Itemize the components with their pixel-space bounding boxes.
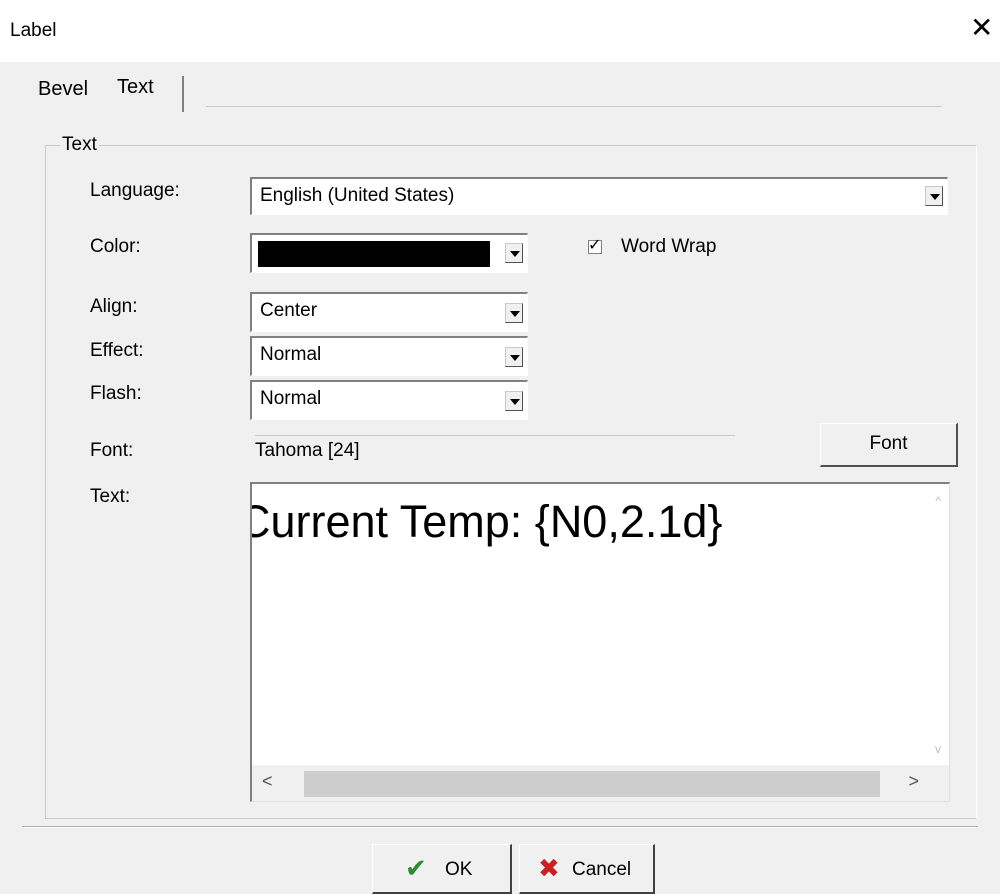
chevron-down-icon[interactable] — [505, 391, 523, 411]
effect-value: Normal — [260, 344, 322, 365]
font-label: Font: — [90, 440, 134, 461]
scroll-down-icon[interactable]: v — [935, 742, 941, 756]
footer-divider-highlight — [22, 827, 978, 828]
cancel-label: Cancel — [572, 859, 632, 880]
effect-dropdown[interactable]: Normal — [250, 336, 528, 376]
cancel-button[interactable]: ✖ Cancel — [519, 844, 655, 894]
close-icon[interactable]: ✕ — [970, 14, 993, 42]
ok-button[interactable]: ✔ OK — [372, 844, 512, 894]
scroll-up-icon[interactable]: ^ — [935, 494, 941, 508]
color-swatch — [258, 241, 490, 267]
horizontal-scrollbar[interactable]: < > — [252, 765, 949, 801]
dialog-title: Label — [10, 20, 57, 41]
tab-separator — [182, 76, 184, 112]
chevron-down-icon[interactable] — [505, 347, 523, 367]
flash-label: Flash: — [90, 383, 142, 404]
align-value: Center — [260, 300, 318, 321]
effect-label: Effect: — [90, 340, 144, 361]
scroll-left-icon[interactable]: < — [262, 771, 273, 792]
tab-bevel[interactable]: Bevel — [38, 78, 88, 101]
align-label: Align: — [90, 296, 138, 317]
scrollbar-corner — [929, 765, 949, 801]
x-icon: ✖ — [538, 853, 560, 883]
checkmark-icon: ✓ — [588, 237, 602, 254]
title-bar[interactable]: Label ✕ — [0, 0, 1000, 62]
color-label: Color: — [90, 236, 141, 257]
chevron-down-icon[interactable] — [505, 243, 523, 263]
tab-strip-line — [206, 106, 942, 107]
font-button[interactable]: Font — [820, 423, 958, 467]
label-dialog: Label ✕ Bevel Text Text Language: Englis… — [0, 0, 1000, 894]
text-content[interactable]: Current Temp: {N0,2.1d} — [252, 496, 722, 548]
font-value-border — [255, 435, 735, 436]
language-dropdown[interactable]: English (United States) — [250, 177, 948, 215]
text-label: Text: — [90, 486, 131, 507]
flash-dropdown[interactable]: Normal — [250, 380, 528, 420]
text-editor[interactable]: Current Temp: {N0,2.1d} ^ v < > — [250, 482, 950, 802]
tab-text[interactable]: Text — [117, 76, 154, 99]
word-wrap-label[interactable]: Word Wrap — [621, 236, 716, 258]
language-label: Language: — [90, 180, 180, 201]
font-value: Tahoma [24] — [255, 440, 360, 461]
ok-label: OK — [445, 859, 473, 880]
chevron-down-icon[interactable] — [925, 186, 943, 206]
scrollbar-thumb[interactable] — [304, 771, 880, 797]
flash-value: Normal — [260, 388, 322, 409]
chevron-down-icon[interactable] — [505, 303, 523, 323]
group-legend: Text — [60, 134, 99, 156]
scroll-right-icon[interactable]: > — [908, 771, 919, 792]
checkmark-icon: ✔ — [405, 853, 427, 883]
align-dropdown[interactable]: Center — [250, 292, 528, 332]
language-value: English (United States) — [260, 185, 455, 206]
